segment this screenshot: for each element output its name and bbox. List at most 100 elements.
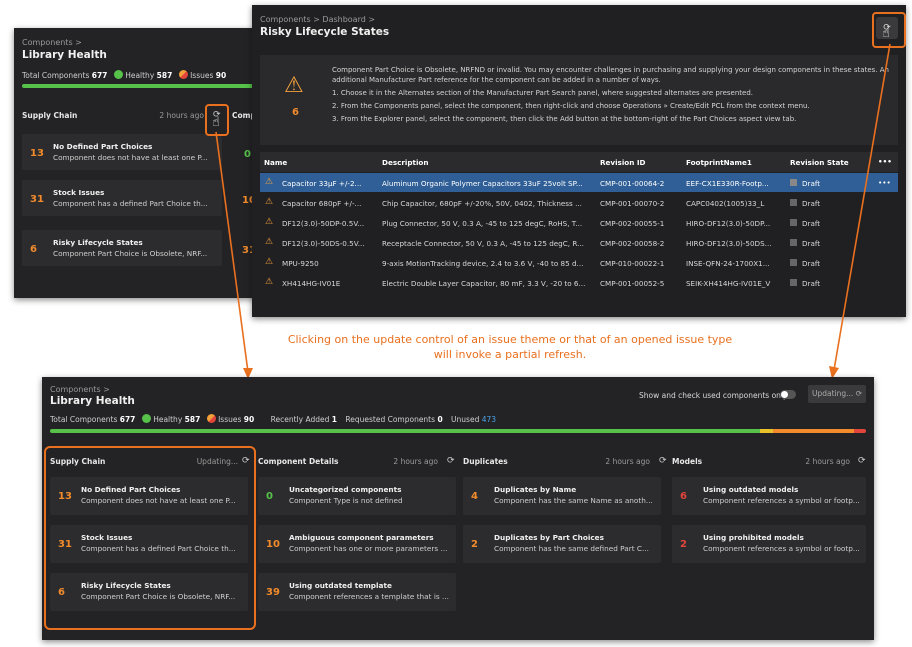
issue-title: Duplicates by Part Choices	[494, 533, 604, 542]
issue-card-duplicates-name[interactable]: 4 Duplicates by Name Component has the s…	[463, 477, 661, 515]
unused-value[interactable]: 473	[482, 415, 496, 424]
cursor-hand-icon: ☝	[212, 115, 220, 130]
issue-description: Component references a symbol or footp..…	[703, 496, 860, 505]
column-header-name[interactable]: Name	[264, 158, 287, 167]
healthy-icon	[113, 70, 123, 79]
column-header-revision-state[interactable]: Revision State	[790, 158, 849, 167]
issue-title: Stock Issues	[53, 188, 105, 197]
cell-name: DF12(3.0)-50DP-0.5V...	[282, 219, 365, 228]
warning-icon: ⚠	[265, 177, 274, 187]
issues-value: 90	[215, 71, 227, 80]
refresh-icon[interactable]: ⟳	[858, 456, 866, 466]
issue-description: Component Part Choice is Obsolete, NRF..…	[53, 249, 208, 258]
cell-revision-id: CMP-001-00064-2	[600, 179, 665, 188]
recent-label: Recently Added	[270, 415, 330, 424]
issue-card-outdated-models[interactable]: 6 Using outdated models Component refere…	[672, 477, 866, 515]
page-title: Library Health	[22, 49, 107, 61]
risky-lifecycle-panel: Components > Dashboard > Risky Lifecycle…	[252, 5, 906, 317]
library-health-small-panel: Components > Library Health Total Compon…	[14, 28, 264, 298]
issue-count: 39	[266, 587, 280, 598]
cell-revision-state: Draft	[802, 279, 821, 288]
updated-time: 2 hours ago	[805, 457, 850, 466]
cell-description: Plug Connector, 50 V, 0.3 A, -45 to 125 …	[382, 219, 583, 228]
requested-label: Requested Components	[345, 415, 436, 424]
issue-count: 2	[680, 539, 687, 550]
info-box: ⚠ 6 Component Part Choice is Obsolete, N…	[260, 55, 898, 145]
page-title: Library Health	[50, 395, 135, 407]
warning-icon: ⚠	[265, 257, 274, 267]
healthy-value: 587	[184, 415, 201, 424]
updating-button[interactable]: Updating... ⟳	[808, 385, 866, 403]
issue-title: No Defined Part Choices	[53, 142, 153, 151]
table-row[interactable]: ⚠ Capacitor 680pF +/-... Chip Capacitor,…	[260, 193, 898, 212]
page-title: Risky Lifecycle States	[260, 26, 390, 38]
cell-description: 9-axis MotionTracking device, 2.4 to 3.6…	[382, 259, 584, 268]
issue-count: 6	[292, 107, 299, 118]
show-used-toggle[interactable]	[780, 390, 796, 399]
total-value: 677	[119, 415, 136, 424]
issues-value: 90	[243, 415, 255, 424]
updated-time: 2 hours ago	[605, 457, 650, 466]
caption: Clicking on the update control of an iss…	[240, 332, 780, 362]
cursor-hand-icon: ☝	[882, 26, 890, 41]
issue-card-ambiguous-parameters[interactable]: 10 Ambiguous component parameters Compon…	[258, 525, 456, 563]
recent-value[interactable]: 1	[332, 415, 337, 424]
section-title-component-details: Component Details	[258, 457, 339, 466]
issue-title: Risky Lifecycle States	[53, 238, 143, 247]
issue-title: Using outdated template	[289, 581, 392, 590]
issue-title: Ambiguous component parameters	[289, 533, 434, 542]
issue-count: 6	[30, 244, 37, 255]
requested-value[interactable]: 0	[437, 415, 442, 424]
issue-title: Uncategorized components	[289, 485, 402, 494]
caption-line-2: will invoke a partial refresh.	[433, 348, 587, 361]
issues-label: Issues	[218, 415, 242, 424]
cell-revision-state: Draft	[802, 199, 821, 208]
column-header-description[interactable]: Description	[382, 158, 429, 167]
issue-card-uncategorized[interactable]: 0 Uncategorized components Component Typ…	[258, 477, 456, 515]
issue-description: Component references a template that is …	[289, 592, 449, 601]
warning-icon: ⚠	[284, 73, 304, 98]
issue-card-no-part-choices[interactable]: 13 No Defined Part Choices Component doe…	[22, 134, 222, 170]
table-row[interactable]: ⚠ Capacitor 33µF +/-2... Aluminum Organi…	[260, 173, 898, 192]
warning-icon: ⚠	[265, 197, 274, 207]
summary-line: Total Components 677 Healthy 587 Issues …	[22, 70, 226, 80]
issue-title: Using prohibited models	[703, 533, 804, 542]
state-icon	[790, 179, 797, 186]
refresh-icon[interactable]: ⟳	[447, 456, 455, 466]
unused-label: Unused	[451, 415, 480, 424]
issue-count: 0	[266, 491, 273, 502]
issue-card-prohibited-models[interactable]: 2 Using prohibited models Component refe…	[672, 525, 866, 563]
table-row[interactable]: ⚠ DF12(3.0)-50DP-0.5V... Plug Connector,…	[260, 213, 898, 232]
issue-description: Component does not have at least one P..…	[53, 153, 208, 162]
refresh-icon[interactable]: ⟳	[659, 456, 667, 466]
issue-count: 10	[266, 539, 280, 550]
cell-revision-state: Draft	[802, 239, 821, 248]
breadcrumb[interactable]: Components >	[22, 38, 82, 47]
warning-icon: ⚠	[265, 277, 274, 287]
breadcrumb[interactable]: Components > Dashboard >	[260, 15, 375, 24]
issue-card-risky-lifecycle[interactable]: 6 Risky Lifecycle States Component Part …	[22, 230, 222, 266]
state-icon	[790, 279, 797, 286]
issue-description: Component has one or more parameters ...	[289, 544, 448, 553]
section-title-duplicates: Duplicates	[463, 457, 508, 466]
column-menu-button[interactable]: •••	[878, 157, 892, 166]
table-row[interactable]: ⚠ XH414HG-IV01E Electric Double Layer Ca…	[260, 273, 898, 292]
breadcrumb[interactable]: Components >	[50, 385, 110, 394]
column-header-revision-id[interactable]: Revision ID	[600, 158, 646, 167]
healthy-label: Healthy	[125, 71, 155, 80]
issue-count: 13	[30, 148, 44, 159]
section-title-models: Models	[672, 457, 703, 466]
table-row[interactable]: ⚠ DF12(3.0)-50DS-0.5V... Receptacle Conn…	[260, 233, 898, 252]
issue-card-stock-issues[interactable]: 31 Stock Issues Component has a defined …	[22, 180, 222, 216]
show-used-label: Show and check used components only	[639, 391, 788, 400]
row-menu-button[interactable]: •••	[878, 178, 891, 187]
column-header-footprint[interactable]: FootprintName1	[686, 158, 752, 167]
cell-name: Capacitor 33µF +/-2...	[282, 179, 362, 188]
issue-card-duplicates-part-choices[interactable]: 2 Duplicates by Part Choices Component h…	[463, 525, 661, 563]
issue-description: Component has the same defined Part C...	[494, 544, 649, 553]
issue-card-outdated-template[interactable]: 39 Using outdated template Component ref…	[258, 573, 456, 611]
total-label: Total Components	[22, 71, 90, 80]
cell-name: Capacitor 680pF +/-...	[282, 199, 362, 208]
healthy-value: 587	[156, 71, 173, 80]
table-row[interactable]: ⚠ MPU-9250 9-axis MotionTracking device,…	[260, 253, 898, 272]
